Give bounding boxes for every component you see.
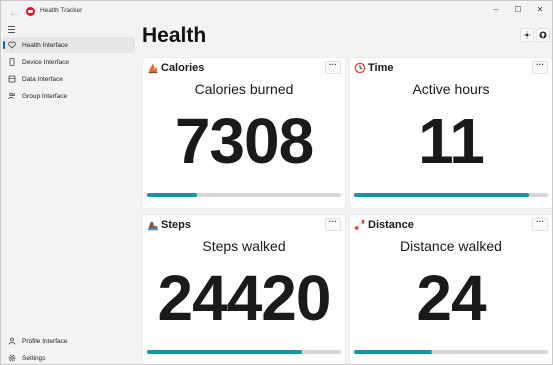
card-value: 24	[416, 262, 486, 334]
progress-bar	[354, 193, 548, 197]
brightness-icon	[523, 31, 531, 39]
card-title: Time	[368, 62, 394, 74]
card-title: Calories	[161, 62, 205, 74]
sidebar-item-profile[interactable]: Profile Interface	[3, 333, 135, 349]
calories-icon	[148, 63, 158, 74]
card-subtitle: Distance walked	[400, 238, 502, 254]
page-title: Health	[142, 24, 207, 47]
calories-card: Calories ··· Calories burned 7308	[142, 57, 346, 209]
sidebar-item-label: Device Interface	[22, 58, 69, 66]
distance-icon	[354, 219, 365, 230]
time-card: Time ··· Active hours 11	[349, 57, 552, 209]
card-value: 24420	[157, 262, 332, 334]
phone-icon	[8, 58, 16, 66]
sidebar-item-settings[interactable]: Settings	[3, 350, 135, 364]
card-title: Steps	[161, 219, 191, 231]
menu-toggle-button[interactable]	[7, 23, 19, 35]
card-more-button[interactable]: ···	[325, 61, 341, 74]
github-button[interactable]	[536, 28, 550, 42]
database-icon	[8, 75, 16, 83]
sidebar-item-label: Health Interface	[22, 41, 68, 49]
distance-card: Distance ··· Distance walked 24	[349, 214, 552, 364]
card-value: 7308	[174, 105, 314, 177]
people-icon	[8, 92, 16, 100]
hamburger-icon	[8, 26, 15, 27]
progress-bar	[147, 193, 341, 197]
sidebar-item-label: Data Interface	[22, 75, 63, 83]
clock-icon	[354, 62, 366, 74]
sidebar-footer: Profile Interface Settings	[1, 333, 137, 364]
github-icon	[539, 31, 547, 39]
app-logo-icon	[26, 7, 35, 16]
app-title: Health Tracker	[40, 7, 83, 14]
profile-icon	[8, 337, 16, 345]
sidebar-item-data[interactable]: Data Interface	[3, 71, 135, 87]
card-subtitle: Calories burned	[194, 81, 294, 97]
back-button[interactable]: ←	[7, 5, 21, 19]
progress-bar	[354, 350, 548, 354]
sidebar-item-label: Profile Interface	[22, 337, 68, 345]
close-button[interactable]: ✕	[531, 3, 549, 17]
card-more-button[interactable]: ···	[325, 218, 341, 231]
back-arrow-icon: ←	[8, 5, 20, 19]
gear-icon	[8, 354, 16, 362]
card-more-button[interactable]: ···	[532, 218, 548, 231]
sidebar-item-label: Group Interface	[22, 92, 68, 100]
main-content: Health Calories ··· Calories burned 7308…	[138, 23, 552, 364]
sidebar-item-group[interactable]: Group Interface	[3, 88, 135, 104]
progress-bar	[147, 350, 341, 354]
progress-fill	[147, 193, 198, 197]
app-window: ← Health Tracker – ☐ ✕ Health Interface …	[0, 0, 553, 365]
sidebar-nav: Health Interface Device Interface Data I…	[1, 37, 137, 105]
card-value: 11	[418, 105, 485, 177]
progress-fill	[354, 350, 432, 354]
sidebar-item-label: Settings	[22, 354, 46, 362]
sidebar-item-device[interactable]: Device Interface	[3, 54, 135, 70]
maximize-button[interactable]: ☐	[509, 3, 527, 17]
card-title: Distance	[368, 219, 414, 231]
card-subtitle: Active hours	[412, 81, 490, 97]
sidebar-item-health[interactable]: Health Interface	[3, 37, 135, 53]
steps-card: Steps ··· Steps walked 24420	[142, 214, 346, 364]
card-subtitle: Steps walked	[202, 238, 286, 254]
progress-fill	[147, 350, 303, 354]
card-more-button[interactable]: ···	[532, 61, 548, 74]
theme-toggle-button[interactable]	[520, 28, 534, 42]
heart-icon	[8, 41, 16, 49]
minimize-button[interactable]: –	[487, 3, 505, 17]
steps-icon	[147, 222, 159, 231]
title-bar: ← Health Tracker – ☐ ✕	[1, 1, 552, 23]
progress-fill	[354, 193, 529, 197]
